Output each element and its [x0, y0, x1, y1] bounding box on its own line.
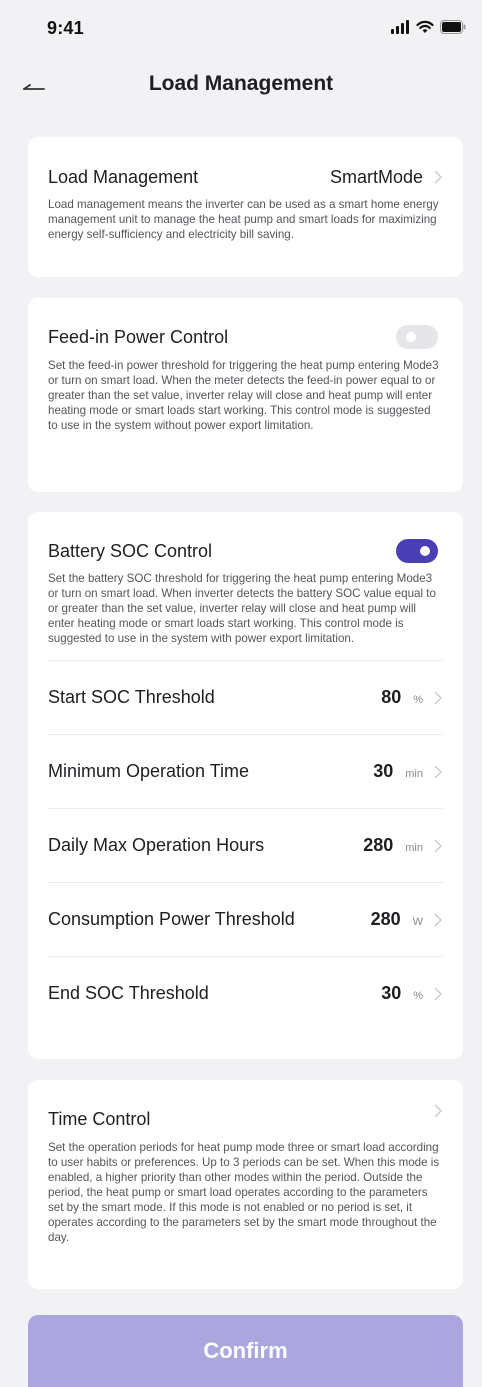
chevron-right-icon [434, 691, 442, 704]
toggle-knob [420, 546, 430, 556]
chevron-right-icon [434, 913, 442, 926]
toggle-knob [406, 332, 416, 342]
row-value: 80 [381, 687, 402, 707]
daily-max-operation-hours-row[interactable]: Daily Max Operation Hours 280 min [48, 808, 443, 882]
battery-icon [440, 20, 466, 34]
load-management-title: Load Management [48, 166, 199, 187]
row-unit: % [413, 990, 423, 1002]
feed-in-description: Set the feed-in power threshold for trig… [48, 359, 439, 432]
row-unit: W [412, 916, 423, 928]
status-bar: 9:41 [0, 0, 482, 56]
load-management-description: Load management means the inverter can b… [48, 198, 439, 241]
row-unit: min [405, 842, 423, 854]
feed-in-toggle[interactable] [396, 325, 438, 349]
status-time: 9:41 [47, 18, 84, 38]
load-management-card[interactable]: Load Management SmartMode Load managemen… [28, 137, 463, 277]
row-label: Minimum Operation Time [48, 761, 250, 781]
battery-soc-title: Battery SOC Control [48, 540, 213, 561]
time-control-description: Set the operation periods for heat pump … [48, 1141, 440, 1244]
row-unit: min [405, 768, 423, 780]
feed-in-card: Feed-in Power Control Set the feed-in po… [28, 298, 463, 492]
start-soc-threshold-row[interactable]: Start SOC Threshold 80 % [48, 660, 443, 734]
chevron-right-icon [434, 839, 442, 852]
minimum-operation-time-row[interactable]: Minimum Operation Time 30 min [48, 734, 443, 808]
end-soc-threshold-row[interactable]: End SOC Threshold 30 % [48, 956, 443, 1030]
chevron-right-icon [434, 1104, 442, 1118]
battery-soc-toggle[interactable] [396, 539, 438, 563]
time-control-card[interactable]: Time Control Set the operation periods f… [28, 1080, 463, 1289]
row-label: End SOC Threshold [48, 983, 209, 1003]
confirm-button[interactable]: Confirm [28, 1315, 463, 1387]
row-unit: % [413, 694, 423, 706]
row-label: Daily Max Operation Hours [48, 835, 265, 855]
row-value: 280 [370, 909, 401, 929]
signal-icon [391, 20, 409, 34]
row-label: Start SOC Threshold [48, 687, 215, 707]
row-value: 30 [381, 983, 402, 1003]
time-control-title: Time Control [48, 1108, 151, 1129]
consumption-power-threshold-row[interactable]: Consumption Power Threshold 280 W [48, 882, 443, 956]
row-label: Consumption Power Threshold [48, 909, 295, 929]
feed-in-title: Feed-in Power Control [48, 326, 229, 347]
chevron-right-icon [434, 170, 442, 184]
row-value: 280 [363, 835, 394, 855]
chevron-right-icon [434, 987, 442, 1000]
battery-soc-card: Battery SOC Control Set the battery SOC … [28, 512, 463, 1059]
wifi-icon [416, 20, 434, 33]
nav-bar: Load Management [0, 60, 482, 112]
battery-soc-description: Set the battery SOC threshold for trigge… [48, 572, 436, 645]
status-icons [390, 20, 466, 34]
row-value: 30 [373, 761, 394, 781]
page-title: Load Management [148, 72, 334, 95]
chevron-right-icon [434, 765, 442, 778]
load-management-value: SmartMode [329, 166, 423, 187]
